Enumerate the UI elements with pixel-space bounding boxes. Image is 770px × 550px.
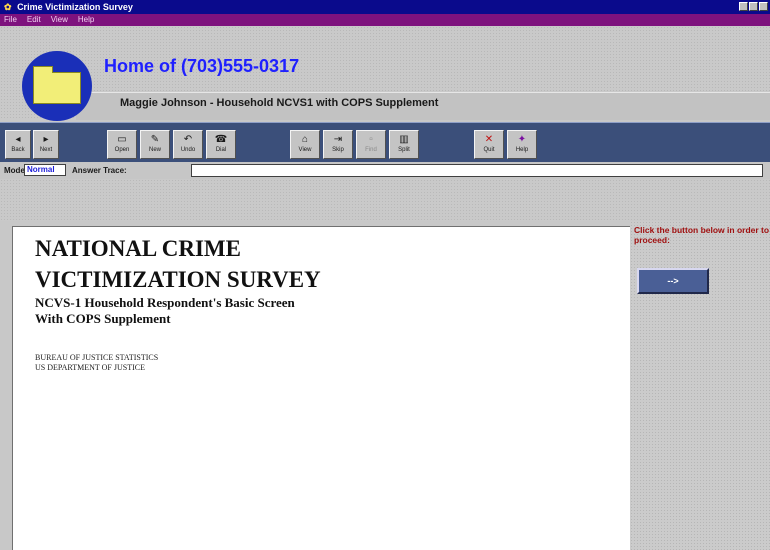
document-panel: NATIONAL CRIME VICTIMIZATION SURVEY NCVS… — [12, 226, 630, 550]
mode-field[interactable]: Normal — [24, 164, 66, 176]
quit-button[interactable]: ✕ Quit — [474, 130, 504, 159]
window-title: Crime Victimization Survey — [17, 2, 133, 12]
answer-trace-field[interactable] — [191, 164, 763, 177]
skip-icon: ⇥ — [333, 134, 343, 145]
minimize-button[interactable] — [739, 2, 748, 11]
answer-trace-label: Answer Trace: — [72, 166, 127, 175]
menu-bar: File Edit View Help — [0, 14, 770, 26]
dial-button[interactable]: ☎ Dial — [206, 130, 236, 159]
house-icon: ⌂ — [301, 134, 309, 145]
undo-icon: ↶ — [183, 134, 193, 145]
split-button[interactable]: ▥ Split — [389, 130, 419, 159]
back-arrow-icon: ◂ — [15, 134, 21, 145]
back-button[interactable]: ◂ Back — [5, 130, 31, 159]
agency-block: BUREAU OF JUSTICE STATISTICS US DEPARTME… — [35, 353, 158, 373]
survey-title-line1: NATIONAL CRIME — [35, 236, 241, 261]
mode-bar: Mode: Normal Answer Trace: — [0, 162, 770, 179]
folder-icon — [33, 66, 81, 104]
folder-badge — [22, 51, 92, 121]
menu-help[interactable]: Help — [78, 14, 94, 26]
close-button[interactable] — [759, 2, 768, 11]
survey-title: NATIONAL CRIME VICTIMIZATION SURVEY — [35, 233, 321, 295]
menu-edit[interactable]: Edit — [27, 14, 41, 26]
case-subtitle: Maggie Johnson - Household NCVS1 with CO… — [120, 97, 439, 109]
proceed-instruction: Click the button below in order to proce… — [634, 225, 770, 245]
phone-icon: ☎ — [214, 134, 228, 145]
quit-x-icon: ✕ — [484, 134, 494, 145]
survey-subtitle-line1: NCVS-1 Household Respondent's Basic Scre… — [35, 295, 295, 310]
new-case-icon: ✎ — [150, 134, 160, 145]
background-pattern — [0, 179, 770, 221]
menu-view[interactable]: View — [51, 14, 68, 26]
case-header: Home of (703)555-0317 Maggie Johnson - H… — [0, 26, 770, 121]
undo-button[interactable]: ↶ Undo — [173, 130, 203, 159]
skip-button[interactable]: ⇥ Skip — [323, 130, 353, 159]
open-button[interactable]: ▭ Open — [107, 130, 137, 159]
next-arrow-icon: ▸ — [43, 134, 49, 145]
side-panel: Click the button below in order to proce… — [630, 221, 770, 550]
new-button[interactable]: ✎ New — [140, 130, 170, 159]
survey-title-line2: VICTIMIZATION SURVEY — [35, 267, 321, 292]
app-icon: ✿ — [4, 2, 12, 12]
split-icon: ▥ — [399, 134, 409, 145]
help-icon: ✦ — [517, 134, 527, 145]
open-folder-icon: ▭ — [117, 134, 127, 145]
title-bar: ✿ Crime Victimization Survey — [0, 0, 770, 14]
home-title: Home of (703)555-0317 — [104, 56, 300, 76]
proceed-button[interactable]: --> — [637, 268, 709, 294]
toolbar: ◂ Back ▸ Next ▭ Open ✎ New ↶ Undo ☎ Dial… — [0, 122, 770, 162]
maximize-button[interactable] — [749, 2, 758, 11]
disabled-icon: ▫ — [369, 134, 373, 145]
agency-line1: BUREAU OF JUSTICE STATISTICS — [35, 353, 159, 362]
menu-file[interactable]: File — [4, 14, 17, 26]
find-button[interactable]: ▫ Find — [356, 130, 386, 159]
next-button[interactable]: ▸ Next — [33, 130, 59, 159]
agency-line2: US DEPARTMENT OF JUSTICE — [35, 363, 145, 372]
help-button[interactable]: ✦ Help — [507, 130, 537, 159]
window-controls — [739, 2, 768, 11]
view-button[interactable]: ⌂ View — [290, 130, 320, 159]
survey-subtitle: NCVS-1 Household Respondent's Basic Scre… — [35, 295, 295, 327]
survey-subtitle-line2: With COPS Supplement — [35, 311, 171, 326]
